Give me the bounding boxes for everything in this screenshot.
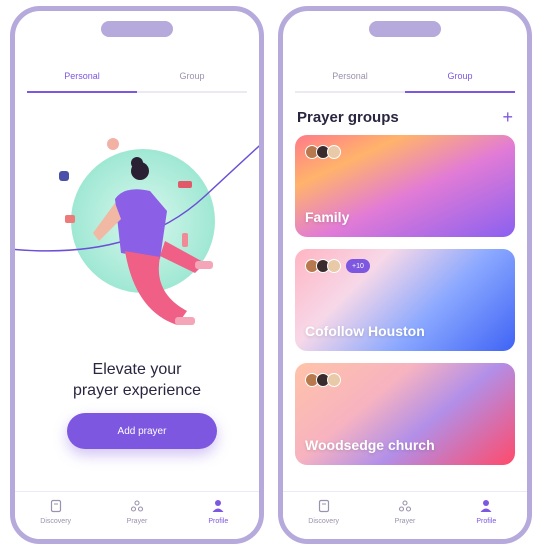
groups-header: Prayer groups +: [297, 107, 513, 127]
tab-group[interactable]: Group: [137, 69, 247, 93]
nav-label-discovery: Discovery: [40, 518, 72, 525]
tab-group[interactable]: Group: [405, 69, 515, 93]
group-name: Family: [305, 209, 350, 225]
headline-line-1: Elevate your: [92, 361, 182, 378]
prayer-illustration: [15, 138, 259, 325]
nav-label-discovery: Discovery: [308, 518, 340, 525]
nav-discovery[interactable]: Discovery: [15, 492, 96, 539]
nav-prayer[interactable]: Prayer: [96, 492, 177, 539]
group-name: Cofollow Houston: [305, 323, 425, 339]
bottom-nav: Discovery Prayer Profile: [283, 491, 527, 539]
people-icon: [130, 500, 144, 512]
nav-label-prayer: Prayer: [126, 518, 148, 525]
nav-label-prayer: Prayer: [394, 518, 416, 525]
group-card-woodsedge-church[interactable]: Woodsedge church: [295, 363, 515, 465]
add-prayer-button[interactable]: Add prayer: [67, 413, 217, 449]
avatar: [327, 145, 341, 159]
tab-bar: Personal Group: [295, 69, 515, 93]
phone-personal-screen: Personal Group Elevate your prayer exper…: [10, 6, 264, 544]
nav-profile[interactable]: Profile: [178, 492, 259, 539]
book-icon: [50, 499, 61, 513]
nav-profile[interactable]: Profile: [446, 492, 527, 539]
bottom-nav: Discovery Prayer Profile: [15, 491, 259, 539]
people-icon: [398, 500, 412, 512]
avatar: [327, 373, 341, 387]
member-avatars: +10: [305, 259, 370, 273]
headline-line-2: prayer experience: [72, 382, 202, 399]
nav-prayer[interactable]: Prayer: [364, 492, 445, 539]
member-avatars: [305, 145, 341, 159]
nav-discovery[interactable]: Discovery: [283, 492, 364, 539]
plus-icon[interactable]: +: [502, 108, 513, 126]
avatar: [327, 259, 341, 273]
page-title: Prayer groups: [297, 108, 399, 126]
user-icon: [480, 500, 492, 512]
headline: Elevate your prayer experience: [15, 359, 259, 401]
group-card-cofollow-houston[interactable]: +10 Cofollow Houston: [295, 249, 515, 351]
member-avatars: [305, 373, 341, 387]
nav-label-profile: Profile: [208, 518, 229, 525]
member-count-badge: +10: [346, 259, 370, 273]
phone-notch: [101, 21, 173, 37]
group-card-family[interactable]: Family: [295, 135, 515, 237]
tab-personal[interactable]: Personal: [27, 69, 137, 93]
user-icon: [212, 500, 224, 512]
phone-group-screen: Personal Group Prayer groups + Family +1…: [278, 6, 532, 544]
phone-notch: [369, 21, 441, 37]
book-icon: [318, 499, 329, 513]
tab-bar: Personal Group: [27, 69, 247, 93]
nav-label-profile: Profile: [476, 518, 497, 525]
group-name: Woodsedge church: [305, 437, 435, 453]
tab-personal[interactable]: Personal: [295, 69, 405, 93]
